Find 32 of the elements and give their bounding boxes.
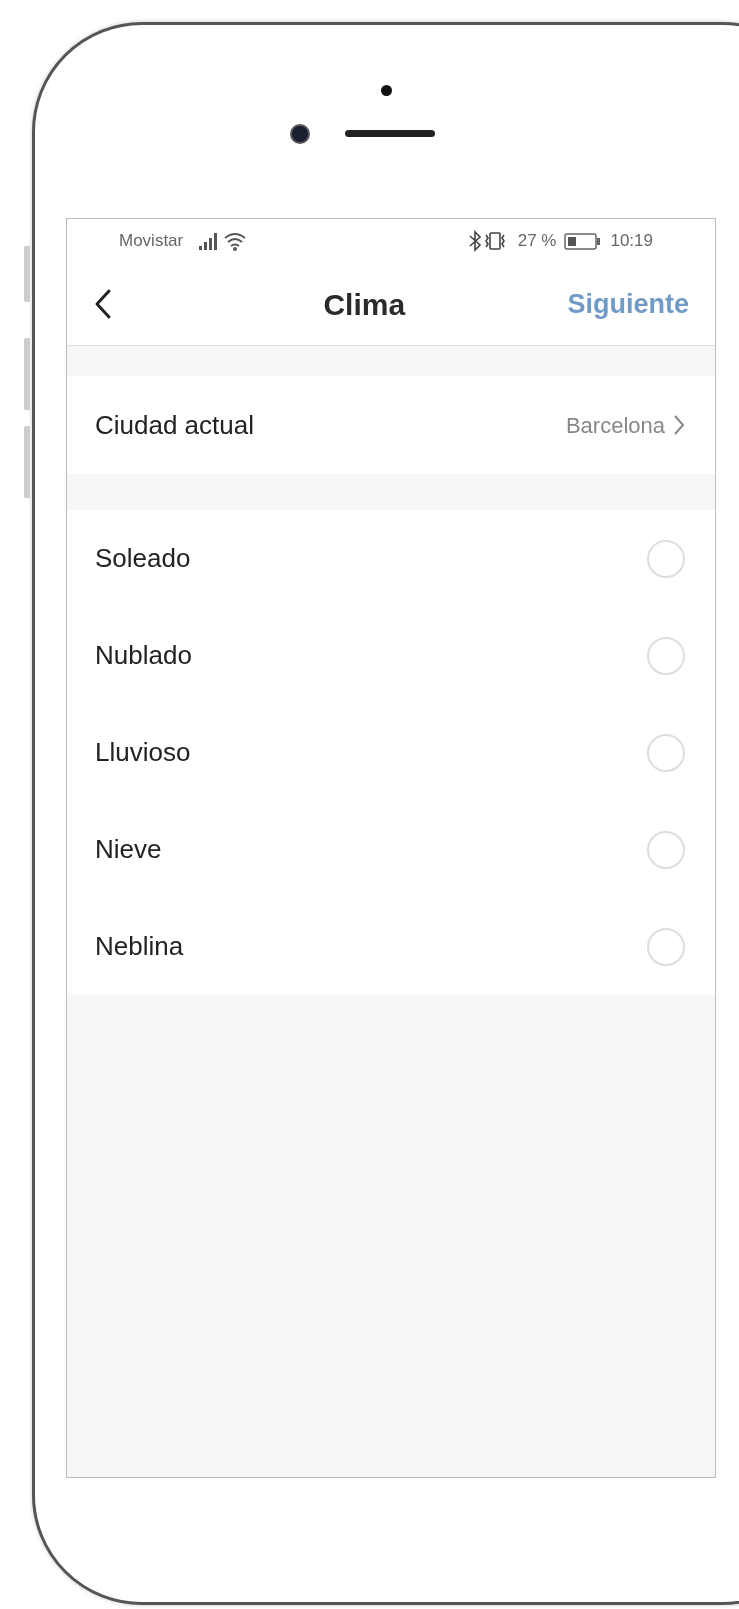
signal-icon [199,233,218,250]
radio-button[interactable] [647,636,685,675]
radio-button[interactable] [647,830,685,869]
battery-icon [564,233,601,250]
wifi-icon [224,233,247,251]
vibrate-icon [484,232,505,250]
option-row[interactable]: Lluvioso [67,704,715,801]
screen-title: Clima [323,286,406,323]
option-row[interactable]: Soleado [67,510,715,607]
option-label: Nieve [95,833,162,866]
radio-button[interactable] [647,539,685,578]
option-row[interactable]: Nieve [67,801,715,898]
city-row[interactable]: Ciudad actual Barcelona [67,376,715,474]
radio-button[interactable] [647,733,685,772]
option-row[interactable]: Nublado [67,607,715,704]
city-value: Barcelona [565,411,665,440]
option-label: Neblina [95,930,184,963]
camera-icon [290,124,310,144]
option-label: Nublado [95,639,192,672]
speaker-icon [345,130,435,137]
carrier-name: Movistar [119,230,184,253]
option-label: Soleado [95,542,191,575]
option-label: Lluvioso [95,736,191,769]
clock-time: 10:19 [610,230,653,253]
radio-button[interactable] [647,927,685,966]
sensor-icon [381,85,392,96]
back-button[interactable] [93,288,113,320]
row-label: Ciudad actual [95,408,254,442]
chevron-icon [673,414,685,436]
option-row[interactable]: Neblina [67,898,715,995]
battery-percent: 27 % [517,230,557,253]
bluetooth-icon [468,230,481,252]
